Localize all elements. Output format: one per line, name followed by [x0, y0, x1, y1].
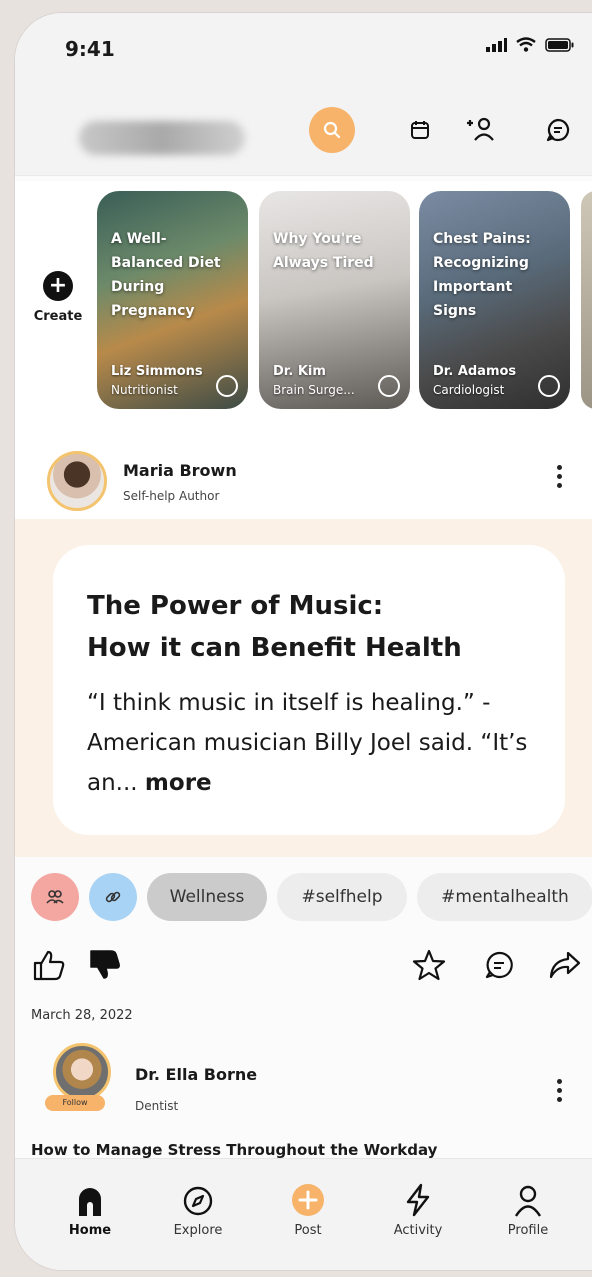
post-title-line-1: The Power of Music: [87, 591, 384, 621]
more-options-icon[interactable] [551, 1079, 567, 1102]
tab-post[interactable]: Post [263, 1179, 353, 1238]
post-author-name[interactable]: Maria Brown [123, 461, 237, 480]
system-icons [485, 37, 575, 52]
post-date: March 28, 2022 [31, 1008, 133, 1023]
dislike-button[interactable] [85, 945, 125, 985]
post-title: The Power of Music: How it can Benefit H… [87, 585, 547, 669]
status-bar: 9:41 [15, 13, 592, 83]
story-card-partial[interactable] [581, 191, 592, 409]
story-role: Brain Surge... [273, 383, 355, 397]
group-tag[interactable] [31, 873, 79, 921]
post-card[interactable]: The Power of Music: How it can Benefit H… [53, 545, 565, 835]
tab-explore[interactable]: Explore [153, 1179, 243, 1238]
download-icon[interactable] [538, 375, 560, 397]
download-icon[interactable] [216, 375, 238, 397]
home-icon [79, 1188, 101, 1216]
tag-pill[interactable]: Wellness [147, 873, 267, 921]
share-icon [549, 951, 581, 979]
plus-circle-icon [292, 1184, 324, 1216]
avatar[interactable] [53, 1043, 111, 1101]
more-options-icon[interactable] [551, 465, 567, 488]
tab-label: Post [294, 1223, 322, 1238]
link-tag[interactable] [89, 873, 137, 921]
story-author: Liz Simmons [111, 364, 203, 379]
story-card[interactable]: Why You're Always Tired Dr. Kim Brain Su… [259, 191, 410, 409]
story-role: Cardiologist [433, 383, 505, 397]
post-header: Maria Brown Self-help Author [15, 433, 592, 519]
share-button[interactable] [545, 945, 585, 985]
avatar[interactable] [47, 451, 107, 511]
tab-label: Profile [507, 1223, 549, 1238]
story-role: Nutritionist [111, 383, 178, 397]
post-excerpt: “I think music in itself is healing.” - … [87, 683, 547, 803]
post-content-area: The Power of Music: How it can Benefit H… [15, 519, 592, 857]
tab-label: Activity [393, 1223, 443, 1238]
story-title: Chest Pains: Recognizing Important Signs [433, 231, 531, 319]
battery-icon [545, 37, 574, 52]
tab-label: Explore [173, 1223, 223, 1238]
post-2-author-role: Dentist [135, 1099, 179, 1113]
comment-button[interactable] [479, 945, 519, 985]
search-button[interactable] [309, 107, 355, 153]
download-icon[interactable] [378, 375, 400, 397]
like-button[interactable] [29, 945, 69, 985]
tab-activity[interactable]: Activity [373, 1179, 463, 1238]
app-header [15, 83, 592, 176]
create-story-button[interactable]: + Create [29, 271, 87, 324]
post-title-line-2: How it can Benefit Health [87, 633, 462, 663]
chat-icon [546, 118, 570, 142]
wifi-icon [516, 37, 536, 52]
signal-icon [486, 37, 507, 52]
add-user-icon [467, 117, 494, 141]
post-author-role: Self-help Author [123, 489, 220, 503]
stories-row: + Create A Well-Balanced Diet During Pre… [15, 181, 592, 433]
thumbs-up-icon [33, 950, 65, 981]
tag-pill[interactable]: #selfhelp [277, 873, 407, 921]
search-icon [323, 121, 341, 139]
story-title: Why You're Always Tired [273, 231, 374, 271]
story-title: A Well-Balanced Diet During Pregnancy [111, 231, 221, 319]
star-icon [412, 949, 446, 981]
post-2-author-name[interactable]: Dr. Ella Borne [135, 1065, 257, 1084]
lightning-icon [406, 1183, 430, 1217]
story-author: Dr. Kim [273, 364, 326, 379]
story-author: Dr. Adamos [433, 364, 517, 379]
person-icon [514, 1185, 542, 1217]
comment-icon [485, 951, 513, 979]
calendar-icon [411, 121, 429, 139]
app-logo [79, 121, 245, 155]
thumbs-down-icon [90, 950, 120, 979]
messages-button[interactable] [535, 107, 581, 153]
compass-icon [183, 1186, 213, 1216]
status-time: 9:41 [65, 37, 115, 61]
calendar-button[interactable] [397, 107, 443, 153]
add-user-button[interactable] [459, 107, 505, 153]
create-label: Create [33, 309, 83, 324]
group-icon [46, 890, 64, 904]
tag-pill[interactable]: #mentalhealth [417, 873, 592, 921]
story-card[interactable]: A Well-Balanced Diet During Pregnancy Li… [97, 191, 248, 409]
link-icon [105, 891, 121, 903]
post-actions [15, 941, 592, 991]
follow-button[interactable]: Follow [45, 1095, 105, 1111]
more-link[interactable]: more [145, 770, 212, 796]
save-button[interactable] [409, 945, 449, 985]
tag-row: Wellness #selfhelp #mentalhealth [15, 871, 592, 923]
tab-label: Home [68, 1223, 112, 1238]
plus-icon: + [43, 271, 73, 301]
phone-screen: 9:41 + Create A Well-Balanced Diet Durin… [14, 12, 592, 1271]
tab-home[interactable]: Home [45, 1179, 135, 1238]
post-2-title[interactable]: How to Manage Stress Throughout the Work… [31, 1141, 437, 1159]
tab-profile[interactable]: Profile [483, 1179, 573, 1238]
story-card[interactable]: Chest Pains: Recognizing Important Signs… [419, 191, 570, 409]
bottom-tab-bar: Home Explore Post Activity Profile [15, 1158, 592, 1270]
